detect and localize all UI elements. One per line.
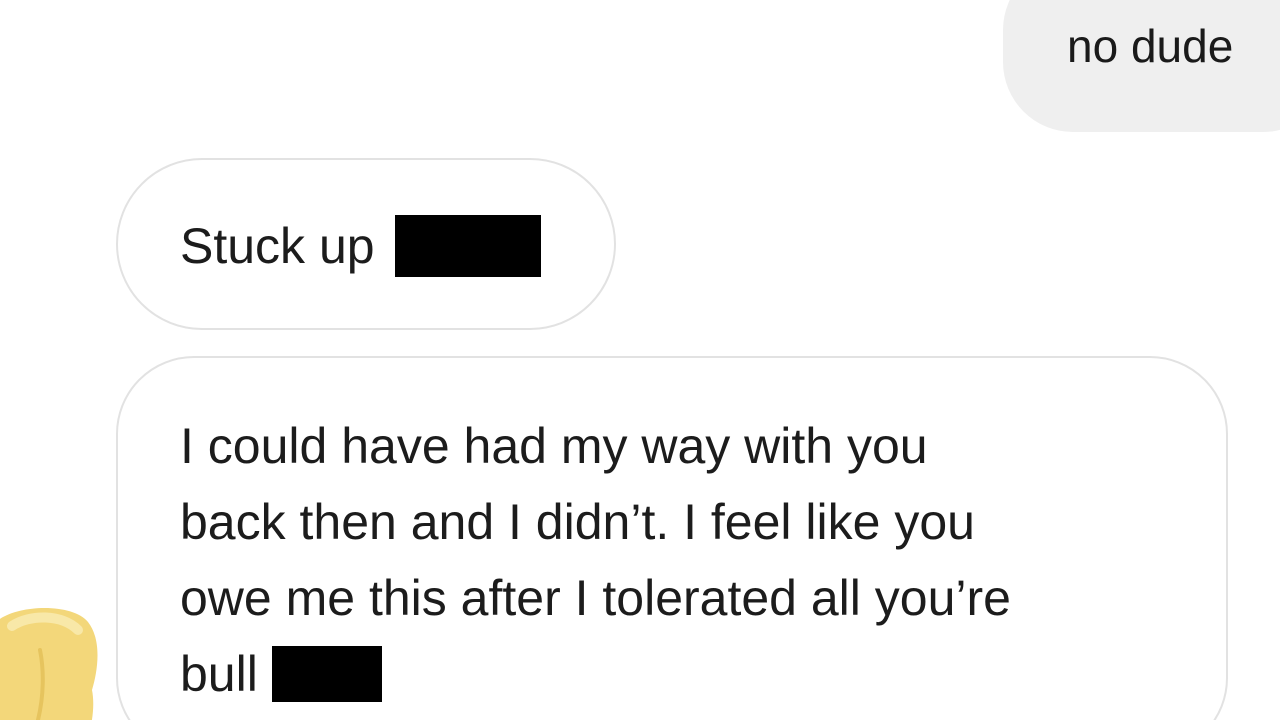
received-message-bubble[interactable]: Stuck up — [116, 158, 616, 330]
sent-message-text: no dude — [1067, 20, 1234, 72]
message-line: back then and I didn’t. I feel like you — [180, 484, 1011, 560]
message-line-text: owe me this after I tolerated all you’re — [180, 570, 1011, 626]
message-line: Stuck up — [180, 215, 541, 277]
received-message-bubble[interactable]: I could have had my way with you back th… — [116, 356, 1228, 720]
chat-screenshot: no dude Stuck up I could have had my way… — [0, 0, 1280, 720]
message-line: I could have had my way with you — [180, 408, 1011, 484]
message-body: I could have had my way with you back th… — [180, 408, 1011, 712]
received-message-text: Stuck up — [180, 218, 375, 274]
message-line-text: bull — [180, 646, 258, 702]
redaction-box — [271, 646, 382, 702]
message-line-text: I could have had my way with you — [180, 418, 928, 474]
sent-message-bubble[interactable]: no dude — [1003, 0, 1280, 132]
redaction-box — [394, 215, 541, 277]
message-line: bull — [180, 636, 1011, 712]
message-line-text: back then and I didn’t. I feel like you — [180, 494, 975, 550]
yellow-sticker-icon — [0, 608, 98, 720]
message-line: owe me this after I tolerated all you’re — [180, 560, 1011, 636]
